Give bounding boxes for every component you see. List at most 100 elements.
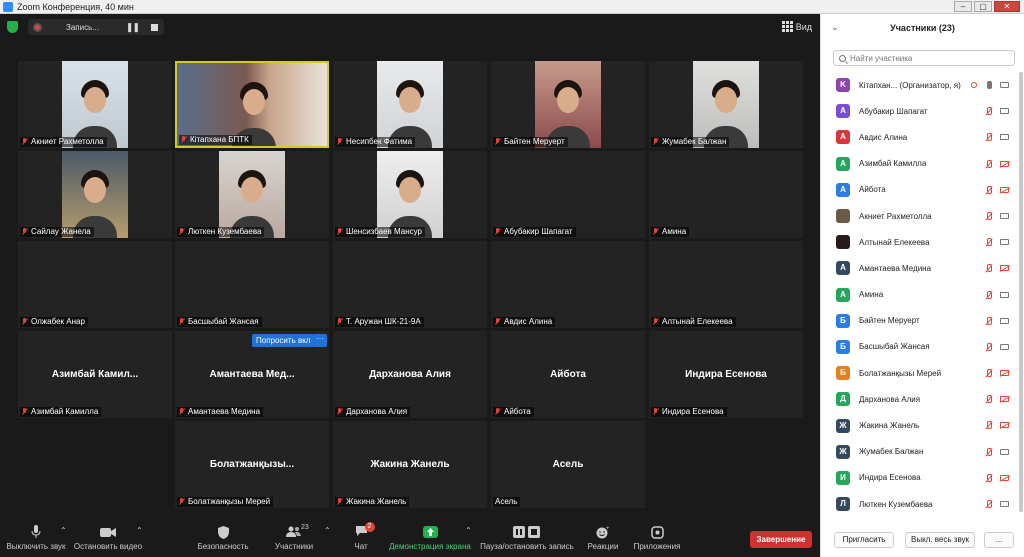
- maximize-button[interactable]: ▢: [974, 1, 992, 12]
- tile-more-button[interactable]: ···: [313, 334, 327, 347]
- participants-button[interactable]: 23 Участники: [270, 524, 318, 551]
- muted-mic-icon[interactable]: [985, 185, 993, 195]
- muted-mic-icon[interactable]: [985, 395, 993, 404]
- mute-all-button[interactable]: Выкл. весь звук: [905, 532, 975, 548]
- video-camera-icon[interactable]: [1000, 212, 1009, 219]
- muted-mic-icon[interactable]: [985, 447, 993, 457]
- end-meeting-button[interactable]: Завершение: [750, 531, 812, 548]
- video-camera-icon[interactable]: [1000, 291, 1009, 298]
- participant-tile[interactable]: Амина: [649, 151, 803, 238]
- muted-mic-icon[interactable]: [985, 159, 993, 169]
- participant-list-item[interactable]: Ж Жакина Жанель: [821, 412, 1017, 438]
- muted-mic-icon[interactable]: [985, 316, 993, 326]
- security-button[interactable]: Безопасность: [195, 524, 251, 551]
- video-off-icon[interactable]: [1000, 160, 1009, 167]
- muted-mic-icon[interactable]: [985, 133, 993, 142]
- microphone-icon[interactable]: [985, 81, 993, 90]
- participant-tile[interactable]: Асель Асель: [491, 421, 645, 508]
- pause-stop-recording-button[interactable]: Пауза/остановить запись: [479, 524, 575, 551]
- participant-tile[interactable]: Болатжанқызы... Болатжанқызы Мерей: [175, 421, 329, 508]
- participant-tile[interactable]: Алтынай Елекеева: [649, 241, 803, 328]
- participant-list-item[interactable]: Акниет Рахметолла: [821, 203, 1017, 229]
- video-camera-icon[interactable]: [1000, 239, 1009, 246]
- collapse-chevron-icon[interactable]: ⌄: [831, 22, 839, 33]
- participant-list-item[interactable]: K Кітапхан... (Организатор, я): [821, 72, 1017, 98]
- participant-tile[interactable]: Дарханова Алия Дарханова Алия: [333, 331, 487, 418]
- ask-to-unmute-button[interactable]: Попросить вкл: [252, 334, 315, 347]
- participant-list-item[interactable]: Л Люткен Кузембаева: [821, 491, 1017, 517]
- participant-list-item[interactable]: Алтынай Елекеева: [821, 229, 1017, 255]
- video-camera-icon[interactable]: [1000, 448, 1009, 455]
- participant-tile[interactable]: Айбота Айбота: [491, 331, 645, 418]
- invite-button[interactable]: Пригласить: [834, 532, 894, 548]
- muted-mic-icon[interactable]: [985, 473, 993, 483]
- participant-list-item[interactable]: Б Болатжанқызы Мерей: [821, 360, 1017, 386]
- participant-tile[interactable]: Люткен Кузембаева: [175, 151, 329, 238]
- video-camera-icon[interactable]: [1000, 82, 1009, 88]
- reactions-button[interactable]: + Реакции: [584, 524, 622, 551]
- participant-list-item[interactable]: А Амина: [821, 282, 1017, 308]
- participant-tile[interactable]: Жумабек Балжан: [649, 61, 803, 148]
- participant-search[interactable]: [833, 50, 1015, 66]
- participant-tile[interactable]: Индира Есенова Индира Есенова: [649, 331, 803, 418]
- participant-tile[interactable]: Азимбай Камил... Азимбай Камилла: [18, 331, 172, 418]
- participant-list-item[interactable]: А Азимбай Камилла: [821, 151, 1017, 177]
- video-off-icon[interactable]: [1000, 474, 1009, 481]
- participant-tile[interactable]: Сайлау Жанела: [18, 151, 172, 238]
- participant-tile[interactable]: Байтен Меруерт: [491, 61, 645, 148]
- participants-options-chevron-icon[interactable]: ⌃: [324, 526, 331, 535]
- participant-tile[interactable]: Акниет Рахметолла: [18, 61, 172, 148]
- video-off-icon[interactable]: [1000, 265, 1009, 272]
- chat-button[interactable]: 2 Чат: [346, 522, 376, 551]
- participant-list-item[interactable]: И Индира Есенова: [821, 465, 1017, 491]
- share-options-chevron-icon[interactable]: ⌃: [465, 526, 472, 535]
- muted-mic-icon[interactable]: [985, 500, 993, 509]
- participant-search-input[interactable]: [850, 53, 1010, 63]
- participant-tile[interactable]: Кітапхана БПТК: [175, 61, 329, 148]
- apps-button[interactable]: Приложения: [630, 524, 684, 551]
- participant-tile[interactable]: Басшыбай Жансая: [175, 241, 329, 328]
- panel-more-button[interactable]: ...: [984, 532, 1014, 548]
- video-camera-icon[interactable]: [1000, 134, 1009, 141]
- participant-tile[interactable]: Несипбек Фатима: [333, 61, 487, 148]
- video-off-icon[interactable]: [1000, 396, 1009, 403]
- muted-mic-icon[interactable]: [985, 342, 993, 352]
- security-shield-icon[interactable]: [7, 21, 18, 33]
- participant-list-item[interactable]: А Айбота: [821, 177, 1017, 203]
- muted-mic-icon[interactable]: [985, 211, 993, 221]
- participant-tile[interactable]: Жакина Жанель Жакина Жанель: [333, 421, 487, 508]
- participant-list-item[interactable]: Б Басшыбай Жансая: [821, 334, 1017, 360]
- muted-mic-icon[interactable]: [985, 421, 993, 430]
- participant-list-item[interactable]: Ж Жумабек Балжан: [821, 439, 1017, 465]
- muted-mic-icon[interactable]: [985, 264, 993, 273]
- participant-tile[interactable]: Олжабек Анар: [18, 241, 172, 328]
- video-off-icon[interactable]: [1000, 422, 1009, 429]
- recording-pause-icon[interactable]: ❚❚: [126, 22, 140, 33]
- participant-tile[interactable]: Т. Аружан ШК-21-9А: [333, 241, 487, 328]
- audio-options-chevron-icon[interactable]: ⌃: [60, 526, 67, 535]
- video-camera-icon[interactable]: [1000, 501, 1009, 507]
- participant-list-item[interactable]: А Авдис Алина: [821, 124, 1017, 150]
- close-button[interactable]: ✕: [994, 1, 1020, 12]
- participant-list-item[interactable]: Д Дарханова Алия: [821, 386, 1017, 412]
- video-camera-icon[interactable]: [1000, 317, 1009, 324]
- participant-tile[interactable]: Шенсизбаев Мансур: [333, 151, 487, 238]
- participant-list-item[interactable]: А Абубакир Шапагат: [821, 98, 1017, 124]
- participant-tile[interactable]: Абубакир Шапагат: [491, 151, 645, 238]
- muted-mic-icon[interactable]: [985, 238, 993, 247]
- video-camera-icon[interactable]: [1000, 343, 1009, 350]
- participant-tile[interactable]: Авдис Алина: [491, 241, 645, 328]
- stop-video-button[interactable]: Остановить видео: [73, 524, 143, 551]
- participant-list-item[interactable]: Б Байтен Меруерт: [821, 308, 1017, 334]
- muted-mic-icon[interactable]: [985, 290, 993, 300]
- recording-stop-icon[interactable]: [151, 23, 159, 31]
- muted-mic-icon[interactable]: [985, 107, 993, 116]
- video-camera-icon[interactable]: [1000, 108, 1009, 115]
- minimize-button[interactable]: –: [954, 1, 972, 12]
- participants-scrollbar[interactable]: [1019, 72, 1023, 512]
- share-screen-button[interactable]: Демонстрация экрана: [388, 524, 472, 551]
- participant-list-item[interactable]: А Амантаева Медина: [821, 255, 1017, 281]
- video-off-icon[interactable]: [1000, 370, 1009, 377]
- view-button[interactable]: Вид: [781, 21, 812, 32]
- mute-button[interactable]: Выключить звук: [5, 524, 67, 551]
